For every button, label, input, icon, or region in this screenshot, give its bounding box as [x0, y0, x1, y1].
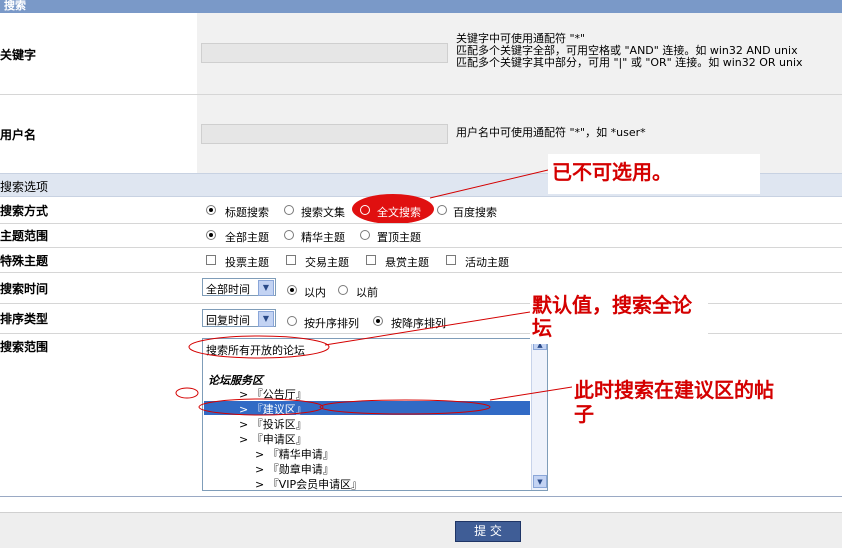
annotation-ellipse-selected-2 — [319, 399, 491, 415]
annotation-line-3 — [489, 386, 573, 401]
annotation-line-1 — [429, 169, 549, 199]
annotation-suggest-box: 此时搜索在建议区的帖子 — [572, 376, 786, 436]
annotation-line-2 — [324, 311, 531, 346]
annotation-ellipse-small — [175, 387, 199, 399]
annotation-disabled-text: 已不可选用。 — [552, 160, 672, 184]
annotation-layer — [175, 169, 573, 416]
annotation-disabled-box: 已不可选用。 — [548, 154, 760, 194]
annotation-suggest-text: 此时搜索在建议区的帖子 — [574, 378, 774, 426]
annotation-ellipse-default — [188, 335, 330, 359]
annotation-default-text: 默认值，搜索全论坛 — [532, 293, 692, 340]
annotation-ellipse-selected-1 — [198, 398, 324, 416]
annotation-default-box: 默认值，搜索全论坛 — [530, 292, 708, 344]
